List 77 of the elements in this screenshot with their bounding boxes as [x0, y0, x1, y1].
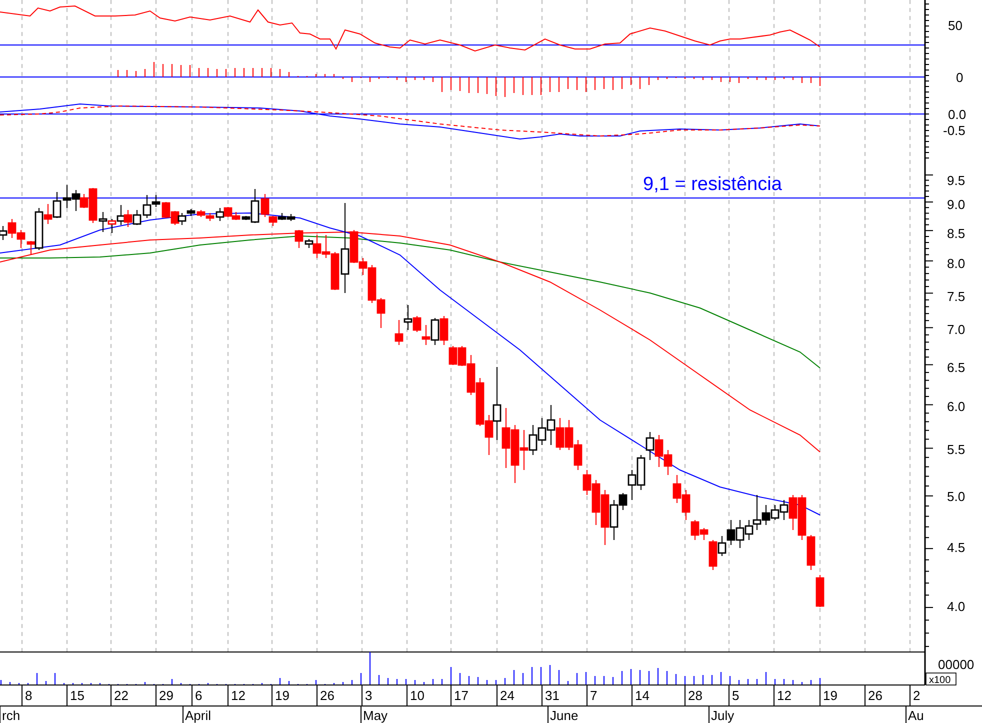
date-label: 12: [231, 688, 246, 703]
date-label: 22: [114, 688, 128, 703]
date-label: 12: [777, 688, 792, 703]
axis-label: 6.5: [947, 360, 966, 375]
date-label: 19: [823, 688, 838, 703]
candlestick: [422, 324, 430, 346]
candlestick: [528, 424, 538, 456]
date-label: 31: [545, 688, 560, 703]
candlestick: [564, 420, 574, 450]
month-label: June: [550, 708, 578, 723]
candlestick: [556, 418, 564, 450]
date-label: 14: [635, 688, 650, 703]
multiplier-badge: x100: [926, 672, 956, 686]
axis-label: 7.0: [947, 322, 966, 337]
axis-label: 4.5: [947, 540, 966, 555]
date-label: 15: [70, 688, 84, 703]
annotation-text: 9,1 = resistência: [643, 174, 782, 195]
candlestick: [62, 184, 72, 208]
month-label: Au: [908, 708, 924, 723]
month-label: April: [185, 708, 212, 723]
candlestick: [16, 230, 26, 248]
candlestick: [636, 454, 646, 490]
axis-label: 5.0: [947, 489, 966, 504]
date-label: 8: [25, 688, 32, 703]
date-label: 28: [688, 688, 702, 703]
date-label: 7: [590, 688, 598, 703]
date-label: 26: [320, 688, 334, 703]
date-label: 6: [195, 688, 202, 703]
candlestick: [664, 450, 672, 476]
month-label: July: [711, 708, 734, 723]
axis-label: 0.0: [948, 107, 966, 122]
candlestick: [430, 318, 440, 346]
candlestick: [654, 434, 664, 468]
axis-label: 9.0: [947, 197, 966, 212]
axis-label: 5.5: [947, 442, 966, 457]
candlestick: [726, 520, 736, 546]
candlestick: [600, 490, 610, 546]
candlestick: [502, 408, 510, 468]
candlestick: [770, 504, 780, 520]
candlestick: [672, 474, 682, 504]
candlestick: [52, 192, 62, 218]
date-label: 10: [410, 688, 424, 703]
candlestick: [646, 432, 654, 460]
candlestick: [574, 440, 582, 470]
month-label: rch: [2, 708, 20, 723]
axis-label: 0: [956, 70, 964, 85]
date-label: 29: [159, 688, 174, 703]
candlestick: [798, 494, 806, 540]
candlestick: [816, 574, 824, 608]
date-label: 17: [454, 688, 468, 703]
candlestick: [806, 534, 816, 570]
date-label: 2: [913, 688, 920, 703]
axis-label: 4.0: [947, 599, 966, 614]
candlestick: [8, 218, 16, 238]
date-label: 19: [275, 688, 290, 703]
axis-label: 00000: [938, 657, 974, 672]
candlestick: [162, 202, 170, 218]
date-label: 24: [500, 688, 514, 703]
candlestick: [224, 206, 232, 218]
date-label: 3: [365, 688, 372, 703]
candlestick: [376, 298, 386, 328]
candlestick: [736, 520, 744, 548]
candlestick: [476, 378, 484, 426]
candlestick: [108, 218, 116, 234]
month-label: May: [363, 708, 388, 723]
axis-label: 50: [948, 18, 962, 33]
date-label: 26: [868, 688, 882, 703]
axis-label: 8.0: [947, 256, 966, 271]
candlestick: [170, 210, 180, 226]
candlestick: [124, 210, 132, 228]
axis-label: -0.5: [943, 123, 966, 138]
axis-label: 8.5: [947, 226, 966, 241]
axis-label: 6.0: [947, 399, 966, 414]
axis-label: 7.5: [947, 289, 966, 304]
axis-label: 9.5: [947, 173, 966, 188]
date-label: 5: [732, 688, 740, 703]
candlestick: [394, 320, 404, 346]
